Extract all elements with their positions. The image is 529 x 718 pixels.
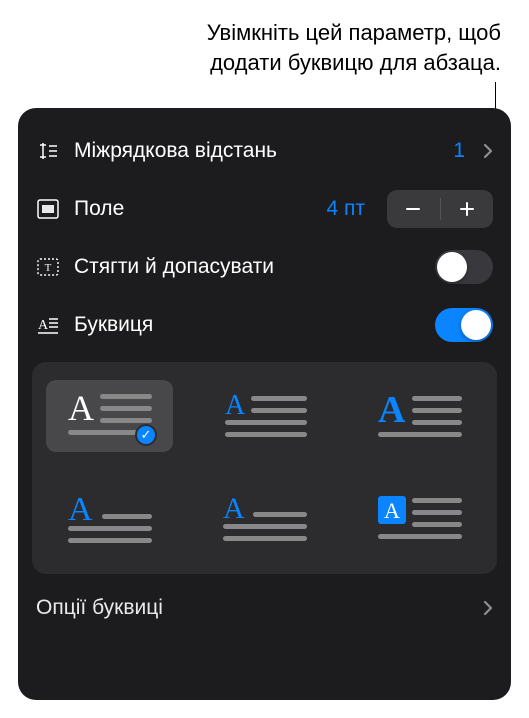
shrink-fit-label: Стягти й допасувати [74,255,421,279]
callout-line-1: Увімкніть цей параметр, щоб [28,18,501,48]
drop-cap-style-6[interactable]: A [356,484,483,556]
chevron-right-icon [483,600,493,616]
drop-cap-style-2[interactable]: A [201,380,328,452]
line-spacing-row[interactable]: Міжрядкова відстань 1 [18,122,511,180]
margin-icon [36,197,60,221]
callout-line-2: додати буквицю для абзаца. [28,48,501,78]
line-spacing-icon [36,139,60,163]
svg-text:A: A [378,389,406,431]
chevron-right-icon [483,143,493,159]
drop-cap-style-5[interactable]: A [201,484,328,556]
shrink-fit-row: T Стягти й допасувати [18,238,511,296]
drop-cap-icon: A [36,313,60,337]
svg-text:A: A [68,491,93,528]
margin-increase-button[interactable] [441,190,494,228]
drop-cap-row: A Буквиця [18,296,511,354]
margin-decrease-button[interactable] [387,190,440,228]
line-spacing-label: Міжрядкова відстань [74,139,439,163]
margin-label: Поле [74,197,312,221]
drop-cap-style-4[interactable]: A [46,484,173,556]
toggle-knob [437,252,467,282]
shrink-fit-toggle[interactable] [435,250,493,284]
margin-stepper [387,190,493,228]
callout-text: Увімкніть цей параметр, щоб додати букви… [0,0,529,87]
drop-cap-label: Буквиця [74,313,421,337]
drop-cap-options-label: Опції буквиці [36,596,163,620]
svg-text:A: A [68,388,94,428]
svg-text:A: A [38,318,49,333]
drop-cap-toggle[interactable] [435,308,493,342]
drop-cap-style-1[interactable]: A ✓ [46,380,173,452]
text-format-panel: Міжрядкова відстань 1 Поле 4 пт [18,108,511,700]
svg-text:A: A [225,390,246,421]
checkmark-icon: ✓ [135,424,157,446]
svg-text:T: T [45,262,52,274]
shrink-fit-icon: T [36,255,60,279]
margin-value: 4 пт [326,197,365,221]
toggle-knob [461,310,491,340]
line-spacing-value: 1 [453,139,465,163]
svg-text:A: A [384,498,400,523]
drop-cap-style-3[interactable]: A [356,380,483,452]
margin-row: Поле 4 пт [18,180,511,238]
drop-cap-options-row[interactable]: Опції буквиці [18,582,511,634]
svg-text:A: A [223,492,245,525]
drop-cap-styles-grid: A ✓ A A [32,362,497,574]
